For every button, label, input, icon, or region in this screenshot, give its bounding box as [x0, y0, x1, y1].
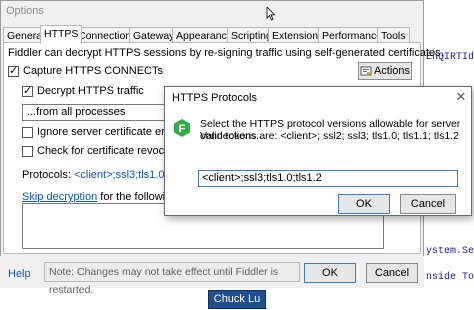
- dialog-ok-button[interactable]: OK: [338, 194, 390, 214]
- actions-button[interactable]: Actions: [358, 62, 412, 80]
- decrypt-https-label: Decrypt HTTPS traffic: [37, 85, 144, 97]
- dialog-title: HTTPS Protocols: [172, 92, 257, 104]
- protocols-prefix: Protocols:: [22, 169, 71, 181]
- actions-button-label: Actions: [373, 65, 411, 77]
- https-description: Fiddler can decrypt HTTPS sessions by re…: [8, 47, 444, 59]
- protocols-input[interactable]: <client>;ssl3;tls1.0;tls1.2: [198, 170, 458, 187]
- fiddler-logo-icon: F: [174, 119, 190, 137]
- mouse-cursor-icon: [266, 7, 276, 21]
- certificate-icon: [360, 66, 372, 76]
- capture-https-label: Capture HTTPS CONNECTs: [23, 65, 163, 77]
- process-filter-select[interactable]: ...from all processes: [22, 104, 168, 121]
- protocols-label: Protocols: <client>;ssl3;tls1.0: [22, 169, 164, 181]
- restart-note: Note: Changes may not take effect until …: [44, 262, 300, 296]
- capture-https-checkbox[interactable]: [8, 64, 19, 78]
- taskbar-tooltip[interactable]: Chuck Lu: [208, 290, 266, 309]
- protocols-link[interactable]: <client>;ssl3;tls1.0: [74, 169, 165, 181]
- skip-decryption-link[interactable]: Skip decryption: [22, 191, 97, 203]
- dialog-cancel-button[interactable]: Cancel: [400, 194, 456, 214]
- dialog-message-line2: Valid tokens are: <client>; ssl2; ssl3; …: [200, 130, 459, 142]
- code-line: nside Too: [426, 272, 474, 283]
- decrypt-https-checkbox[interactable]: [22, 84, 33, 98]
- svg-text:F: F: [179, 123, 186, 135]
- options-ok-button[interactable]: OK: [304, 263, 356, 283]
- options-cancel-button[interactable]: Cancel: [366, 263, 418, 283]
- check-revocation-checkbox[interactable]: [22, 146, 33, 157]
- help-link[interactable]: Help: [8, 268, 31, 280]
- close-icon[interactable]: ✕: [452, 89, 470, 105]
- code-line: ystem.Sec: [426, 246, 474, 257]
- ignore-cert-errors-checkbox[interactable]: [22, 127, 33, 138]
- tab-https[interactable]: HTTPS: [40, 25, 83, 44]
- options-window-title: Options: [6, 5, 44, 17]
